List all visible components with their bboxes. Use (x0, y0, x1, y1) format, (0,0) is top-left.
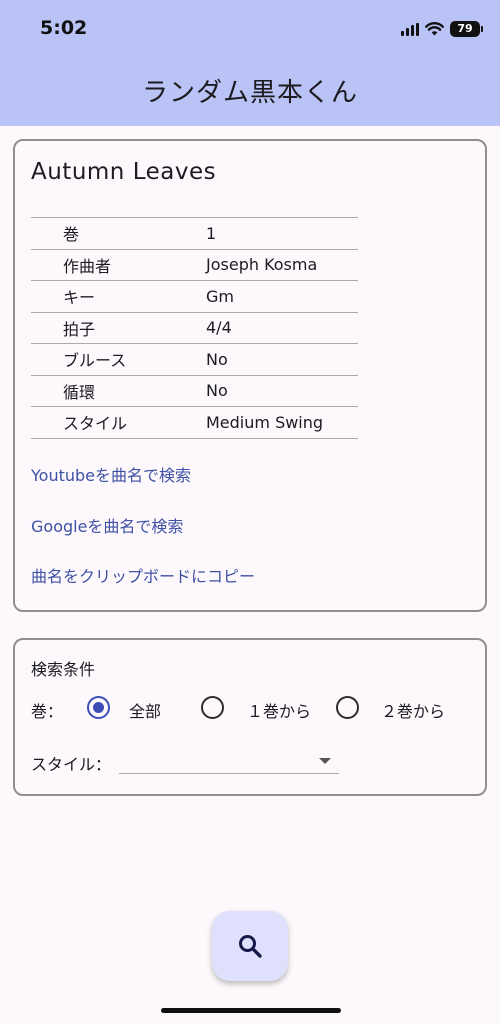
radio-all[interactable] (87, 696, 110, 719)
status-time: 5:02 (40, 17, 88, 39)
table-row: キー Gm (31, 280, 358, 313)
dropdown-arrow-icon (319, 758, 331, 764)
radio-volume-2-label[interactable]: ２巻から (381, 698, 445, 722)
wifi-icon (425, 22, 444, 36)
row-value: No (206, 381, 228, 401)
radio-volume-2[interactable] (336, 696, 359, 719)
table-row: ブルース No (31, 343, 358, 376)
row-value: No (206, 349, 228, 369)
search-heading: 検索条件 (31, 660, 96, 679)
row-key: 作曲者 (63, 256, 112, 276)
status-icons: 79 (401, 20, 483, 38)
row-value: 4/4 (206, 318, 232, 338)
table-row: 作曲者 Joseph Kosma (31, 249, 358, 281)
row-value: 1 (206, 223, 217, 243)
google-search-link[interactable]: Googleを曲名で検索 (31, 513, 183, 537)
table-row: 循環 No (31, 375, 358, 407)
copy-title-link[interactable]: 曲名をクリップボードにコピー (31, 563, 255, 587)
app-title: ランダム黒本くん (141, 78, 358, 108)
song-title: Autumn Leaves (31, 159, 217, 185)
app-bar: 5:02 79 ランダム黒本くん (0, 0, 500, 126)
radio-volume-1[interactable] (201, 696, 224, 719)
table-row: 拍子 4/4 (31, 312, 358, 344)
row-value: Medium Swing (206, 412, 324, 432)
style-dropdown[interactable] (119, 748, 339, 774)
youtube-search-link[interactable]: Youtubeを曲名で検索 (31, 462, 191, 486)
style-label: スタイル： (31, 755, 112, 774)
search-button[interactable] (212, 911, 288, 981)
row-key: キー (63, 288, 96, 308)
volume-radio-group: 巻： 全部 １巻から ２巻から (31, 695, 471, 721)
cellular-signal-icon (401, 22, 419, 36)
song-info-table: 巻1 作曲者 Joseph Kosma キー Gm 拍子 4/4 ブルース No 循環 N… (31, 217, 358, 439)
radio-all-label[interactable]: 全部 (129, 698, 161, 722)
search-conditions-card: 検索条件 巻： 全部 １巻から ２巻から スタイル： (13, 638, 487, 796)
row-key: スタイル (63, 414, 128, 434)
row-key: 巻 (63, 225, 80, 245)
volume-label: 巻： (31, 702, 64, 721)
row-key: 循環 (63, 382, 96, 402)
row-value: Joseph Kosma (206, 255, 318, 275)
home-indicator[interactable] (161, 1008, 341, 1013)
battery-icon: 79 (450, 21, 483, 37)
style-filter-row: スタイル： (31, 748, 351, 776)
table-row: スタイル Medium Swing (31, 406, 358, 438)
row-value: Gm (206, 286, 234, 306)
radio-volume-1-label[interactable]: １巻から (247, 698, 311, 722)
table-row: 巻1 (31, 217, 358, 250)
row-key: 拍子 (63, 319, 96, 339)
row-key: ブルース (63, 351, 127, 371)
search-icon (239, 935, 262, 958)
song-card: Autumn Leaves 巻1 作曲者 Joseph Kosma キー Gm 拍子… (13, 139, 487, 612)
